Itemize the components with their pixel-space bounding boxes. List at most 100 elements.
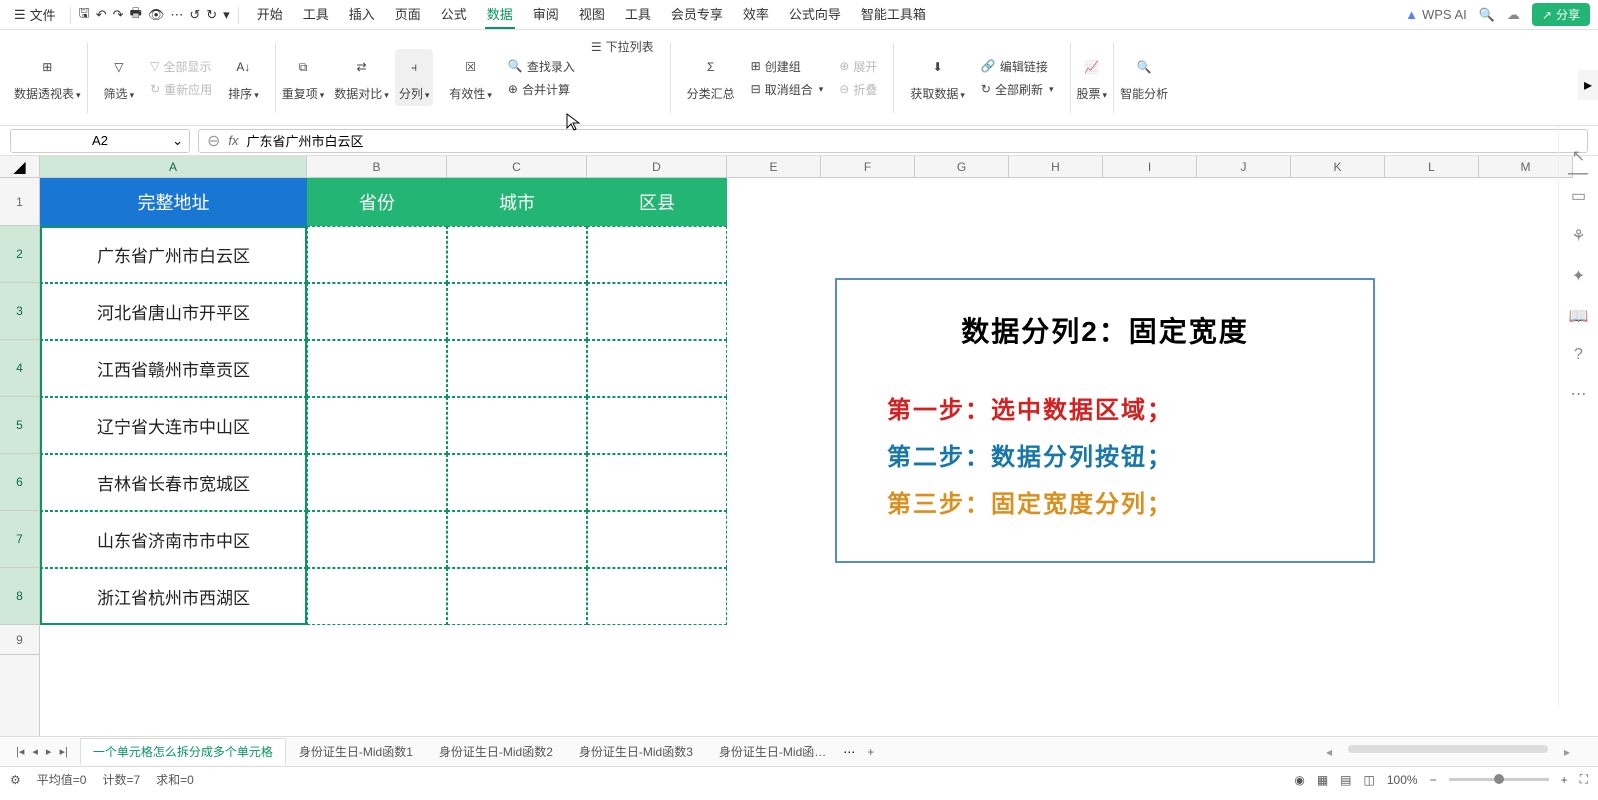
- fx-icon[interactable]: fx: [228, 133, 238, 148]
- view-custom-icon[interactable]: ◫: [1364, 773, 1375, 787]
- table-cell[interactable]: [307, 397, 447, 454]
- table-cell[interactable]: 江西省赣州市章贡区: [40, 340, 307, 397]
- print-icon[interactable]: 🖶: [130, 4, 142, 26]
- table-header-cell[interactable]: 城市: [447, 178, 587, 226]
- undo-icon[interactable]: ↶: [96, 7, 107, 23]
- sort-button[interactable]: A↓ 排序▾: [224, 49, 263, 106]
- group-button[interactable]: ⊞创建组: [747, 56, 828, 77]
- subtotal-button[interactable]: Σ 分类汇总: [683, 49, 739, 106]
- table-cell[interactable]: 浙江省杭州市西湖区: [40, 568, 307, 625]
- chevron-down-icon[interactable]: ⌄: [172, 133, 183, 149]
- fullscreen-icon[interactable]: ⛶: [1580, 772, 1588, 787]
- filter-button[interactable]: ▽ 筛选▾: [100, 49, 139, 106]
- cancel-icon[interactable]: ⊖: [207, 131, 220, 151]
- row-header-9[interactable]: 9: [0, 625, 39, 655]
- sheet-tab[interactable]: 身份证生日-Mid函数3: [566, 738, 706, 765]
- get-data-button[interactable]: ⬇ 获取数据▾: [906, 49, 969, 106]
- view-page-icon[interactable]: ▤: [1340, 773, 1351, 787]
- col-header-J[interactable]: J: [1197, 156, 1291, 177]
- table-cell[interactable]: [307, 226, 447, 283]
- table-cell[interactable]: 广东省广州市白云区: [40, 226, 307, 283]
- table-cell[interactable]: 辽宁省大连市中山区: [40, 397, 307, 454]
- preview-icon[interactable]: 👁: [148, 7, 165, 23]
- table-cell[interactable]: [447, 568, 587, 625]
- zoom-out-icon[interactable]: −: [1430, 773, 1437, 787]
- menu-tab-9[interactable]: 会员专享: [669, 0, 725, 29]
- col-header-B[interactable]: B: [307, 156, 447, 177]
- menu-tab-11[interactable]: 公式向导: [787, 0, 843, 29]
- undo2-icon[interactable]: ↺: [189, 7, 200, 23]
- menu-tab-8[interactable]: 工具: [623, 0, 653, 29]
- redo2-icon[interactable]: ↻: [206, 7, 217, 23]
- menu-tab-5[interactable]: 数据: [485, 0, 515, 29]
- save-icon[interactable]: 🖫: [79, 4, 90, 26]
- stocks-button[interactable]: 📈 股票▾: [1073, 49, 1112, 106]
- row-header-1[interactable]: 1: [0, 178, 39, 226]
- analysis-icon[interactable]: ⚘: [1571, 226, 1585, 246]
- find-entry-button[interactable]: 🔍查找录入: [504, 56, 579, 77]
- search-icon[interactable]: 🔍: [1479, 7, 1495, 23]
- qat-dd[interactable]: ▾: [223, 7, 230, 23]
- nav-last-icon[interactable]: ▸|: [59, 745, 67, 758]
- col-header-D[interactable]: D: [587, 156, 727, 177]
- edit-links-button[interactable]: 🔗编辑链接: [977, 56, 1058, 77]
- qat-icon[interactable]: ⋯: [170, 7, 183, 23]
- table-cell[interactable]: [587, 511, 727, 568]
- file-menu[interactable]: ☰ 文件: [8, 3, 62, 26]
- nav-first-icon[interactable]: |◂: [16, 745, 24, 758]
- refresh-all-button[interactable]: ↻全部刷新▾: [977, 79, 1058, 100]
- col-header-K[interactable]: K: [1291, 156, 1385, 177]
- table-cell[interactable]: [447, 454, 587, 511]
- menu-tab-3[interactable]: 页面: [393, 0, 423, 29]
- collapse-button[interactable]: ⊖折叠: [835, 79, 881, 100]
- reapply-button[interactable]: ↻重新应用: [146, 79, 216, 100]
- table-cell[interactable]: [307, 454, 447, 511]
- cells-area[interactable]: 完整地址省份城市区县广东省广州市白云区河北省唐山市开平区江西省赣州市章贡区辽宁省…: [40, 178, 1573, 736]
- share-button[interactable]: ↗ 分享: [1532, 3, 1590, 26]
- nav-next-icon[interactable]: ▸: [46, 745, 52, 758]
- zoom-slider[interactable]: [1449, 778, 1549, 781]
- col-header-E[interactable]: E: [727, 156, 821, 177]
- sheet-more-icon[interactable]: ⋯: [843, 745, 855, 759]
- col-header-H[interactable]: H: [1009, 156, 1103, 177]
- table-cell[interactable]: [447, 340, 587, 397]
- col-header-A[interactable]: A: [40, 156, 307, 177]
- zoom-level[interactable]: 100%: [1387, 773, 1418, 787]
- menu-tab-1[interactable]: 工具: [301, 0, 331, 29]
- row-header-7[interactable]: 7: [0, 511, 39, 568]
- validation-button[interactable]: ☒ 有效性▾: [445, 49, 496, 106]
- table-cell[interactable]: [587, 397, 727, 454]
- table-cell[interactable]: 吉林省长春市宽城区: [40, 454, 307, 511]
- col-header-I[interactable]: I: [1103, 156, 1197, 177]
- nav-prev-icon[interactable]: ◂: [32, 745, 38, 758]
- select-all-corner[interactable]: ◢: [0, 156, 40, 178]
- sheet-tab[interactable]: 身份证生日-Mid函数1: [286, 738, 426, 765]
- merge-calc-button[interactable]: ⊕合并计算: [504, 79, 579, 100]
- text-to-columns-button[interactable]: ⫞ 分列▾: [395, 49, 434, 106]
- col-header-L[interactable]: L: [1385, 156, 1479, 177]
- row-header-3[interactable]: 3: [0, 283, 39, 340]
- table-cell[interactable]: 山东省济南市市中区: [40, 511, 307, 568]
- table-cell[interactable]: [587, 568, 727, 625]
- smart-analysis-button[interactable]: 🔍 智能分析: [1116, 49, 1172, 106]
- table-header-cell[interactable]: 完整地址: [40, 178, 307, 226]
- formula-input-area[interactable]: ⊖ fx: [198, 129, 1588, 153]
- menu-tab-7[interactable]: 视图: [577, 0, 607, 29]
- sparkle-icon[interactable]: ✦: [1572, 266, 1585, 286]
- table-cell[interactable]: [307, 340, 447, 397]
- sheet-tab[interactable]: 身份证生日-Mid函数2: [426, 738, 566, 765]
- table-cell[interactable]: [587, 283, 727, 340]
- help-icon[interactable]: ?: [1574, 346, 1583, 364]
- table-cell[interactable]: [447, 511, 587, 568]
- expand-button[interactable]: ⊕展开: [835, 56, 881, 77]
- col-header-G[interactable]: G: [915, 156, 1009, 177]
- col-header-C[interactable]: C: [447, 156, 587, 177]
- row-header-8[interactable]: 8: [0, 568, 39, 625]
- menu-tab-10[interactable]: 效率: [741, 0, 771, 29]
- table-cell[interactable]: [307, 568, 447, 625]
- sheet-tab[interactable]: 身份证生日-Mid函…: [706, 738, 839, 765]
- menu-tab-2[interactable]: 插入: [347, 0, 377, 29]
- table-cell[interactable]: [587, 226, 727, 283]
- show-all-button[interactable]: ▽全部显示: [146, 56, 216, 77]
- collapse-ribbon-icon[interactable]: —: [1568, 162, 1588, 185]
